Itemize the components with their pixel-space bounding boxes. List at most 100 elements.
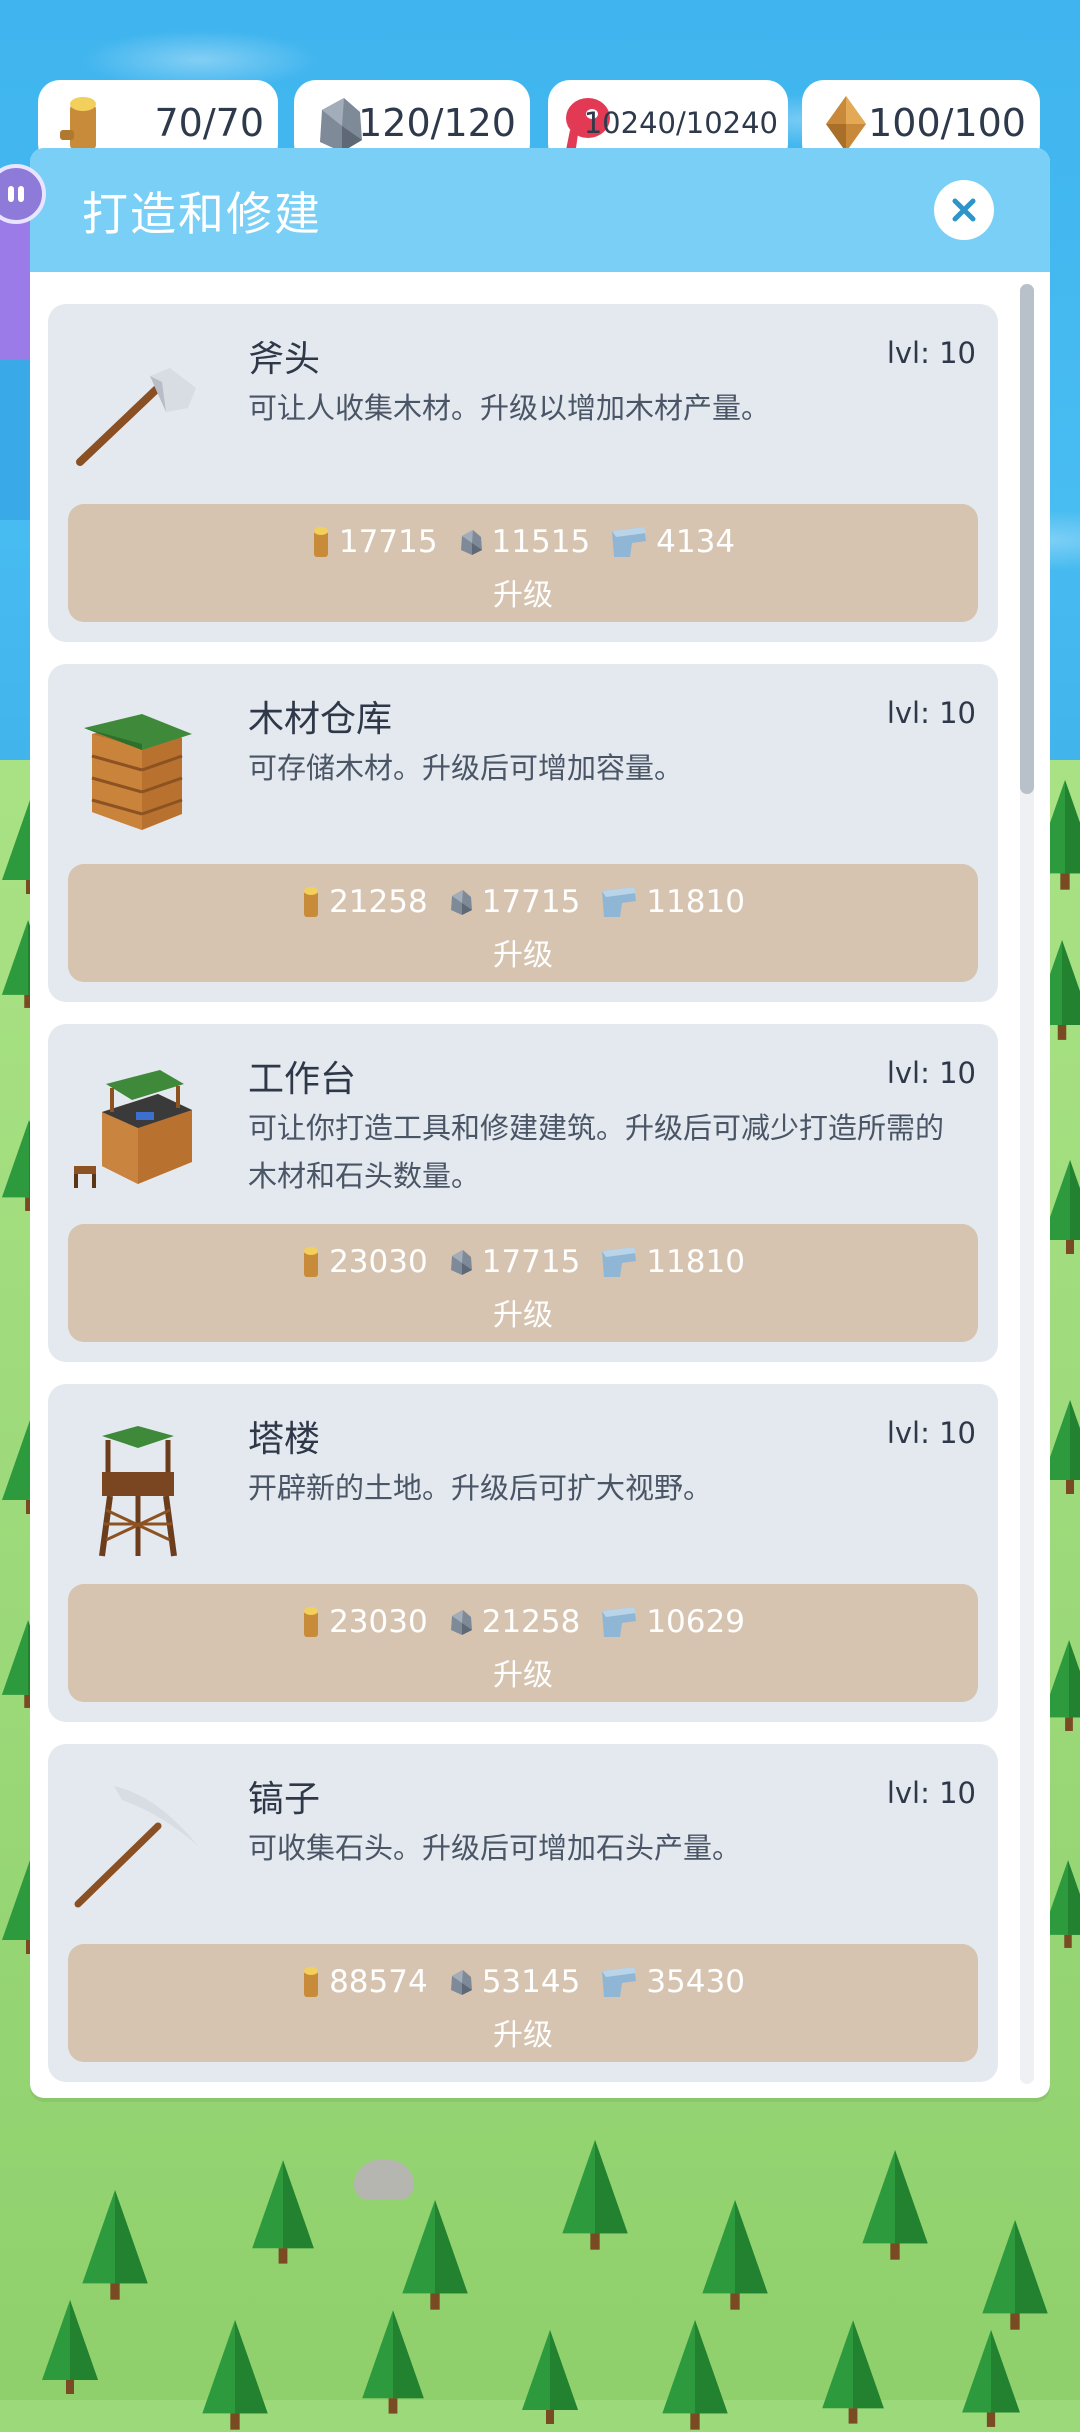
cost-wood-value: 23030: [329, 1604, 428, 1640]
list-item-workbench: 工作台 lvl: 10 可让你打造工具和修建建筑。升级后可减少打造所需的木材和石…: [48, 1024, 998, 1362]
tree-icon: [80, 2190, 150, 2302]
list-item-watchtower: 塔楼 lvl: 10 开辟新的土地。升级后可扩大视野。 23030 21258 …: [48, 1384, 998, 1722]
upgrade-button[interactable]: 17715 11515 4134 升级: [68, 504, 978, 622]
tree-icon: [860, 2150, 930, 2262]
scrollbar[interactable]: [1020, 284, 1034, 2084]
tree-icon: [980, 2220, 1050, 2332]
cost-metal-value: 11810: [646, 884, 745, 920]
pickaxe-icon: [62, 1774, 212, 1924]
scrollbar-thumb[interactable]: [1020, 284, 1034, 794]
cost-wood-value: 17715: [338, 524, 438, 560]
item-name: 塔楼: [248, 1419, 321, 1460]
stone-icon: [448, 887, 474, 917]
cost-wood: 17715: [311, 524, 438, 560]
item-level: lvl: 10: [886, 696, 976, 730]
cost-stone: 11515: [458, 524, 591, 560]
tree-icon: [820, 2320, 886, 2426]
stone-icon: [458, 527, 484, 557]
cost-row: 23030 21258 10629: [68, 1598, 978, 1646]
cost-stone: 21258: [448, 1604, 581, 1640]
upgrade-label: 升级: [493, 1298, 553, 1333]
upgrade-button[interactable]: 21258 17715 11810 升级: [68, 864, 978, 982]
cost-stone: 17715: [448, 1244, 581, 1280]
wood-log-icon: [301, 1245, 321, 1279]
list-item-wood-storage: 木材仓库 lvl: 10 可存储木材。升级后可增加容量。 21258 17715…: [48, 664, 998, 1002]
stone-icon: [448, 1247, 474, 1277]
wood-log-icon: [301, 1965, 321, 1999]
cost-stone-value: 53145: [481, 1964, 581, 2000]
upgrade-button[interactable]: 88574 53145 35430 升级: [68, 1944, 978, 2062]
cost-metal: 10629: [600, 1604, 745, 1640]
item-level: lvl: 10: [886, 1056, 976, 1090]
stone-icon: [448, 1967, 474, 1997]
close-button[interactable]: [934, 180, 994, 240]
stone-icon: [448, 1607, 474, 1637]
metal-plate-icon: [600, 1245, 638, 1279]
cost-wood-value: 21258: [329, 884, 428, 920]
metal-plate-icon: [600, 1605, 638, 1639]
close-icon: [952, 198, 976, 222]
cost-metal-value: 4134: [656, 524, 736, 560]
cost-metal-value: 10629: [646, 1604, 745, 1640]
panel-title: 打造和修建: [82, 187, 322, 241]
workbench-icon: [62, 1054, 212, 1204]
upgrade-label: 升级: [493, 2018, 553, 2053]
item-name: 镐子: [248, 1779, 321, 1820]
item-level: lvl: 10: [886, 1776, 976, 1810]
cost-metal: 35430: [600, 1964, 745, 2000]
build-panel: 打造和修建 斧头 lvl: 10 可让人收集木材。升级以增加木材产量。 1771…: [30, 148, 1050, 2098]
cost-row: 17715 11515 4134: [68, 518, 978, 566]
metal-plate-icon: [600, 885, 638, 919]
cost-row: 88574 53145 35430: [68, 1958, 978, 2006]
cost-wood-value: 88574: [329, 1964, 428, 2000]
metal-plate-icon: [610, 525, 648, 559]
tree-icon: [200, 2320, 270, 2432]
tree-icon: [660, 2320, 730, 2432]
tree-icon: [560, 2140, 630, 2252]
cost-wood: 21258: [301, 884, 428, 920]
cost-stone: 17715: [448, 884, 581, 920]
upgrade-label: 升级: [493, 578, 553, 613]
cost-metal: 11810: [600, 884, 745, 920]
cost-wood: 23030: [301, 1244, 428, 1280]
cost-wood-value: 23030: [329, 1244, 428, 1280]
tree-icon: [700, 2200, 770, 2312]
cost-row: 23030 17715 11810: [68, 1238, 978, 1286]
cost-metal: 4134: [610, 524, 735, 560]
metal-plate-icon: [600, 1965, 638, 1999]
list-item-pickaxe: 镐子 lvl: 10 可收集石头。升级后可增加石头产量。 88574 53145…: [48, 1744, 998, 2082]
cost-stone-value: 11515: [491, 524, 591, 560]
item-name: 木材仓库: [248, 699, 393, 740]
tree-icon: [40, 2300, 100, 2396]
cost-metal-value: 11810: [646, 1244, 745, 1280]
tree-icon: [400, 2200, 470, 2312]
cost-wood: 23030: [301, 1604, 428, 1640]
item-level: lvl: 10: [886, 1416, 976, 1450]
item-description: 可让人收集木材。升级以增加木材产量。: [248, 391, 771, 425]
upgrade-label: 升级: [493, 1658, 553, 1693]
item-name: 工作台: [248, 1059, 357, 1100]
list-item-axe: 斧头 lvl: 10 可让人收集木材。升级以增加木材产量。 17715 1151…: [48, 304, 998, 642]
watchtower-icon: [62, 1414, 212, 1564]
upgrade-button[interactable]: 23030 21258 10629 升级: [68, 1584, 978, 1702]
item-level: lvl: 10: [886, 336, 976, 370]
cost-row: 21258 17715 11810: [68, 878, 978, 926]
cost-stone-value: 21258: [481, 1604, 581, 1640]
cost-stone-value: 17715: [481, 1244, 581, 1280]
cost-stone-value: 17715: [481, 884, 581, 920]
wood-log-icon: [52, 90, 112, 156]
item-name: 斧头: [248, 339, 321, 380]
item-description: 可收集石头。升级后可增加石头产量。: [248, 1831, 742, 1865]
axe-icon: [62, 334, 212, 484]
item-description: 开辟新的土地。升级后可扩大视野。: [248, 1471, 713, 1505]
wood-log-icon: [311, 525, 331, 559]
tree-icon: [520, 2330, 580, 2426]
tree-icon: [360, 2310, 426, 2416]
wood-log-icon: [301, 1605, 321, 1639]
rock-decoration: [354, 2160, 414, 2200]
upgrade-label: 升级: [493, 938, 553, 973]
tree-icon: [960, 2330, 1022, 2429]
cost-metal-value: 35430: [646, 1964, 745, 2000]
upgrade-button[interactable]: 23030 17715 11810 升级: [68, 1224, 978, 1342]
wood-log-icon: [301, 885, 321, 919]
